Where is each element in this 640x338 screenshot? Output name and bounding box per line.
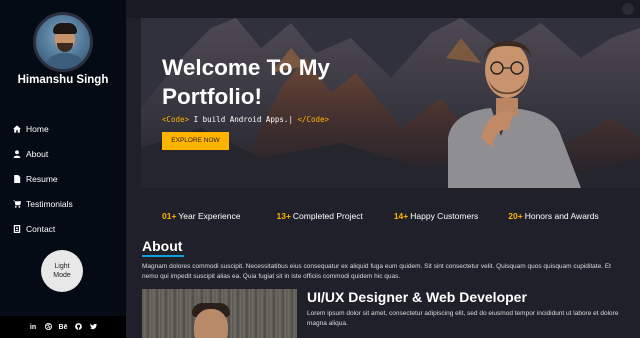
nav-item-resume[interactable]: Resume [12,166,73,191]
sidebar-nav: Home About Resume Testimonials Contact [12,116,73,241]
avatar [33,12,93,72]
top-bar [126,0,640,18]
github-icon[interactable] [74,322,83,332]
contact-icon [12,224,22,233]
stat-customers: 14+ Happy Customers [393,211,479,221]
hero-subtitle: <Code> I build Android Apps.| </Code> [162,115,329,124]
behance-icon[interactable]: Bē [59,324,68,331]
home-icon [12,124,22,133]
dribbble-icon[interactable] [44,322,53,332]
code-close-tag: </Code> [297,115,330,124]
nav-item-label: About [26,148,49,159]
hero-subtitle-text: I build Android Apps. [189,115,289,124]
light-mode-toggle[interactable]: Light Mode [41,250,83,292]
cart-icon [12,199,22,208]
role-description: Lorem ipsum dolor sit amet, consectetur … [307,310,619,327]
file-icon [12,174,22,183]
about-description: Magnam dolores commodi suscipit. Necessi… [142,263,611,280]
twitter-icon[interactable] [89,323,98,332]
user-icon [12,149,22,158]
about-photo [142,289,297,338]
about-heading: About [142,238,183,254]
nav-item-home[interactable]: Home [12,116,73,141]
sidebar: Himanshu Singh Home About Resume Testimo… [0,0,126,338]
code-open-tag: <Code> [162,115,190,124]
nav-item-label: Home [26,123,49,134]
nav-item-label: Testimonials [26,198,73,209]
explore-now-button[interactable]: EXPLORE NOW [162,132,229,150]
about-underline [142,255,184,257]
nav-item-contact[interactable]: Contact [12,216,73,241]
nav-item-label: Resume [26,173,58,184]
nav-item-label: Contact [26,223,56,234]
close-icon[interactable] [622,3,634,15]
hero-title: Welcome To My Portfolio! [162,55,330,109]
nav-item-testimonials[interactable]: Testimonials [12,191,73,216]
stats-bar: 01+ Year Experience 13+ Completed Project … [141,204,640,228]
social-links: in Bē [0,316,126,338]
linkedin-icon[interactable]: in [29,324,38,331]
stat-experience: 01+ Year Experience [162,211,241,221]
stat-awards: 20+ Honors and Awards [508,211,599,221]
profile-name: Himanshu Singh [17,74,109,86]
nav-item-about[interactable]: About [12,141,73,166]
typing-cursor: | [288,115,293,124]
stat-projects: 13+ Completed Project [276,211,363,221]
hero-banner: Welcome To My Portfolio! <Code> I build … [141,18,640,188]
role-title: UI/UX Designer & Web Developer [307,289,527,305]
